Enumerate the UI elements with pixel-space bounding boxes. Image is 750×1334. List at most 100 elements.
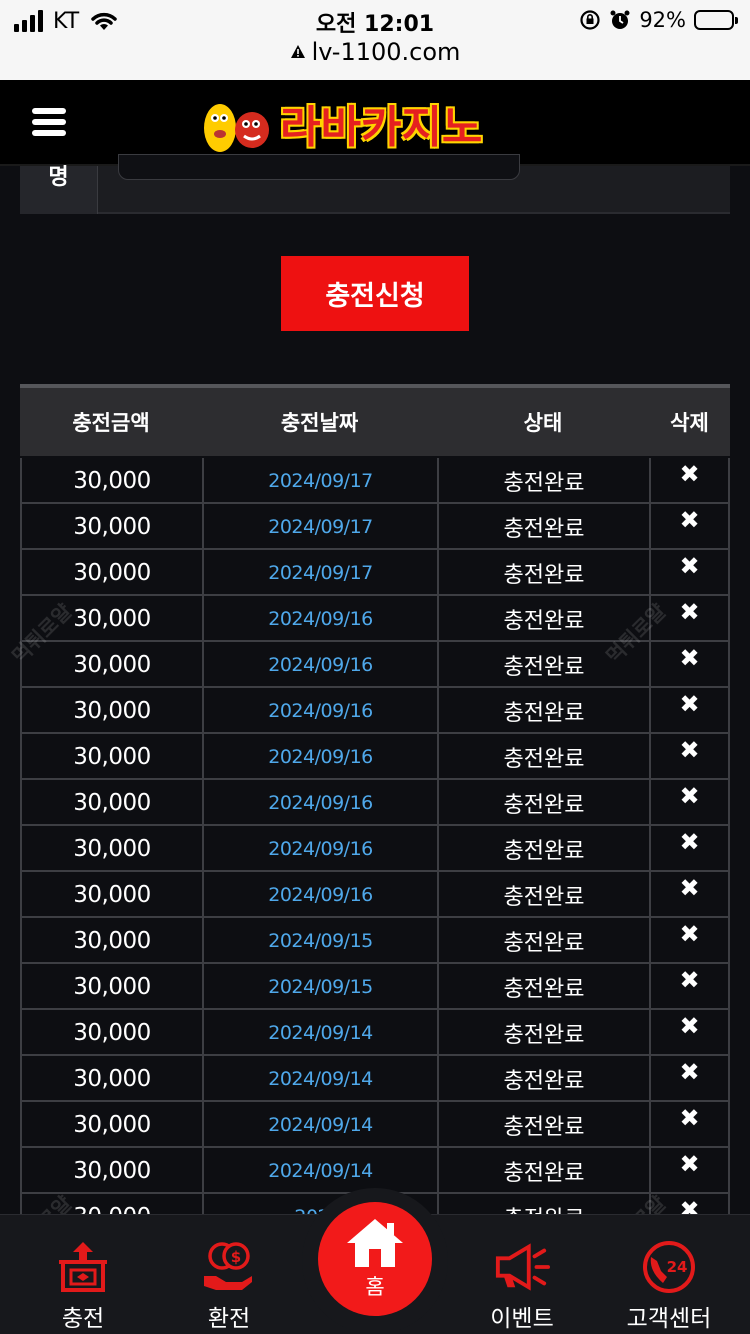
nav-event[interactable]: 이벤트 bbox=[457, 1215, 587, 1334]
date-cell: 2024/09/16 bbox=[202, 826, 437, 872]
delete-icon[interactable]: ✖ bbox=[649, 1102, 730, 1148]
table-row: 30,000 2024/09/14 충전완료 ✖ bbox=[20, 1102, 730, 1148]
table-row: 30,000 2024/09/16 충전완료 ✖ bbox=[20, 734, 730, 780]
status-cell: 충전완료 bbox=[437, 826, 649, 872]
amount-cell: 30,000 bbox=[20, 918, 202, 964]
logo-text: 라바카지노 bbox=[280, 102, 483, 153]
address-bar[interactable]: lv-1100.com bbox=[0, 38, 750, 66]
table-row: 30,000 2024/09/14 충전완료 ✖ bbox=[20, 1056, 730, 1102]
form-label: 명 bbox=[20, 166, 98, 214]
status-cell: 충전완료 bbox=[437, 1056, 649, 1102]
date-cell: 2024/09/14 bbox=[202, 1010, 437, 1056]
status-cell: 충전완료 bbox=[437, 964, 649, 1010]
table-row: 30,000 2024/09/17 충전완료 ✖ bbox=[20, 504, 730, 550]
nav-exchange-label: 환전 bbox=[207, 1306, 251, 1332]
delete-icon[interactable]: ✖ bbox=[649, 826, 730, 872]
status-cell: 충전완료 bbox=[437, 1010, 649, 1056]
date-cell: 2024/09/17 bbox=[202, 550, 437, 596]
amount-cell: 30,000 bbox=[20, 734, 202, 780]
delete-icon[interactable]: ✖ bbox=[649, 1056, 730, 1102]
delete-icon[interactable]: ✖ bbox=[649, 964, 730, 1010]
status-cell: 충전완료 bbox=[437, 458, 649, 504]
date-cell: 2024/09/17 bbox=[202, 458, 437, 504]
site-logo[interactable]: 라바카지노 bbox=[198, 90, 482, 156]
support-badge: 24 bbox=[667, 1258, 688, 1276]
delete-icon[interactable]: ✖ bbox=[649, 642, 730, 688]
battery-icon bbox=[694, 10, 738, 30]
form-row: 명 bbox=[20, 154, 730, 214]
delete-icon[interactable]: ✖ bbox=[649, 780, 730, 826]
header-amount: 충전금액 bbox=[72, 411, 150, 435]
date-cell: 2024/09/16 bbox=[202, 596, 437, 642]
page: KT 오전 12:01 92% lv-1100.com 라바카지노 명 충전신청… bbox=[0, 0, 750, 1334]
delete-icon[interactable]: ✖ bbox=[649, 1148, 730, 1194]
status-cell: 충전완료 bbox=[437, 550, 649, 596]
header-status: 상태 bbox=[523, 411, 563, 435]
svg-text:$: $ bbox=[231, 1248, 241, 1266]
status-bar: KT 오전 12:01 92% lv-1100.com bbox=[0, 0, 750, 80]
amount-cell: 30,000 bbox=[20, 1056, 202, 1102]
date-cell: 2024/09/14 bbox=[202, 1148, 437, 1194]
deposit-request-button[interactable]: 충전신청 bbox=[281, 256, 469, 331]
date-cell: 2024/09/16 bbox=[202, 780, 437, 826]
status-cell: 충전완료 bbox=[437, 688, 649, 734]
delete-icon[interactable]: ✖ bbox=[649, 918, 730, 964]
hamburger-icon[interactable] bbox=[32, 108, 68, 140]
warning-icon bbox=[290, 45, 305, 58]
date-cell: 2024/09/16 bbox=[202, 642, 437, 688]
nav-home-label: 홈 bbox=[365, 1275, 385, 1299]
amount-cell: 30,000 bbox=[20, 780, 202, 826]
amount-cell: 30,000 bbox=[20, 964, 202, 1010]
table-row: 30,000 2024/09/14 충전완료 ✖ bbox=[20, 1010, 730, 1056]
amount-cell: 30,000 bbox=[20, 826, 202, 872]
status-cell: 충전완료 bbox=[437, 734, 649, 780]
alarm-icon bbox=[610, 10, 630, 29]
table-row: 30,000 2024/09/16 충전완료 ✖ bbox=[20, 826, 730, 872]
table-row: 30,000 2024/09/17 충전완료 ✖ bbox=[20, 550, 730, 596]
url-text: lv-1100.com bbox=[311, 38, 461, 66]
date-cell: 2024/09/15 bbox=[202, 964, 437, 1010]
support-24-icon: 24 bbox=[641, 1237, 697, 1297]
orientation-lock-icon bbox=[580, 10, 600, 30]
header-date: 충전날짜 bbox=[280, 411, 359, 435]
amount-cell: 30,000 bbox=[20, 458, 202, 504]
nav-deposit[interactable]: 충전 bbox=[18, 1215, 148, 1334]
table-row: 30,000 2024/09/15 충전완료 ✖ bbox=[20, 964, 730, 1010]
battery-percent: 92% bbox=[639, 8, 686, 32]
amount-cell: 30,000 bbox=[20, 872, 202, 918]
deposit-icon bbox=[55, 1237, 111, 1297]
delete-icon[interactable]: ✖ bbox=[649, 1010, 730, 1056]
amount-cell: 30,000 bbox=[20, 1102, 202, 1148]
delete-icon[interactable]: ✖ bbox=[649, 872, 730, 918]
delete-icon[interactable]: ✖ bbox=[649, 458, 730, 504]
name-input[interactable] bbox=[118, 154, 520, 180]
table-row: 30,000 2024/09/16 충전완료 ✖ bbox=[20, 780, 730, 826]
exchange-icon: $ bbox=[201, 1237, 257, 1297]
status-cell: 충전완료 bbox=[437, 872, 649, 918]
status-cell: 충전완료 bbox=[437, 504, 649, 550]
date-cell: 2024/09/14 bbox=[202, 1102, 437, 1148]
table-row: 30,000 2024/09/17 충전완료 ✖ bbox=[20, 458, 730, 504]
delete-icon[interactable]: ✖ bbox=[649, 688, 730, 734]
amount-cell: 30,000 bbox=[20, 1148, 202, 1194]
delete-icon[interactable]: ✖ bbox=[649, 734, 730, 780]
table-row: 30,000 2024/09/16 충전완료 ✖ bbox=[20, 688, 730, 734]
date-cell: 2024/09/16 bbox=[202, 734, 437, 780]
nav-exchange[interactable]: $ 환전 bbox=[164, 1215, 294, 1334]
delete-icon[interactable]: ✖ bbox=[649, 550, 730, 596]
amount-cell: 30,000 bbox=[20, 688, 202, 734]
nav-support[interactable]: 24 고객센터 bbox=[604, 1215, 734, 1334]
nav-support-label: 고객센터 bbox=[626, 1306, 712, 1332]
table-body: 30,000 2024/09/17 충전완료 ✖ 30,000 2024/09/17 충전완… bbox=[20, 456, 730, 1240]
date-cell: 2024/09/16 bbox=[202, 872, 437, 918]
megaphone-icon bbox=[494, 1237, 550, 1297]
status-cell: 충전완료 bbox=[437, 1148, 649, 1194]
status-cell: 충전완료 bbox=[437, 1102, 649, 1148]
date-cell: 2024/09/16 bbox=[202, 688, 437, 734]
status-right: 92% bbox=[579, 8, 738, 32]
status-cell: 충전완료 bbox=[437, 780, 649, 826]
deposit-history-table: 충전금액 충전날짜 상태 삭제 30,000 2024/09/17 충전완료 ✖ 30,… bbox=[20, 384, 730, 1240]
delete-icon[interactable]: ✖ bbox=[649, 504, 730, 550]
date-cell: 2024/09/15 bbox=[202, 918, 437, 964]
nav-home[interactable]: 홈 bbox=[318, 1202, 432, 1316]
